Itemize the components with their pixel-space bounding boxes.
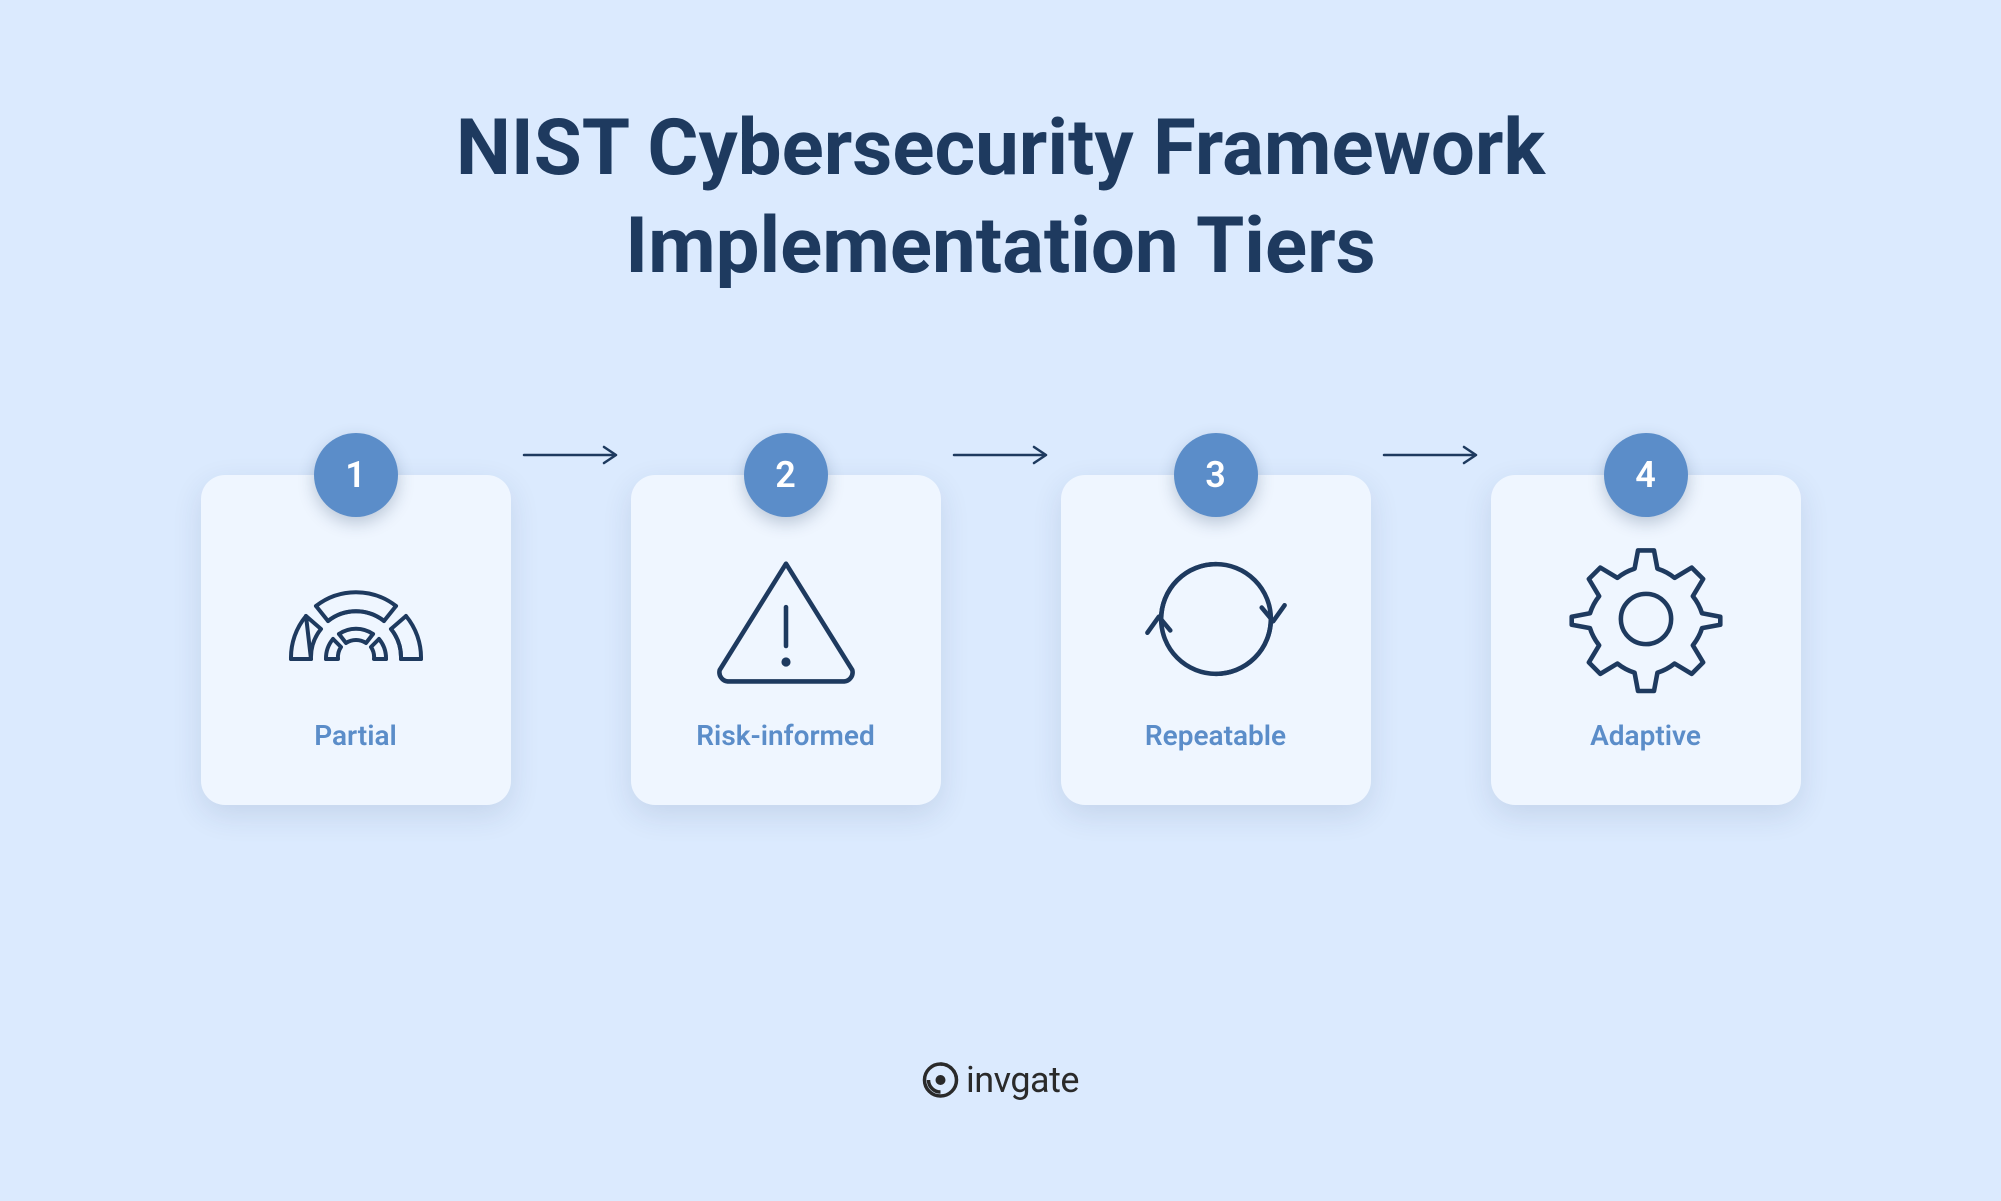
title-line-2: Implementation Tiers [625,201,1375,292]
tier-number-badge: 2 [744,433,828,517]
arrow-icon [941,443,1061,467]
tier-number-badge: 4 [1604,433,1688,517]
tier-card-adaptive: 4 Adaptive [1491,475,1801,805]
warning-triangle-icon [706,549,866,689]
gauge-icon [276,549,436,689]
tier-number-badge: 1 [314,433,398,517]
brand-name: invgate [966,1059,1079,1101]
arrow-icon [511,443,631,467]
tier-card-repeatable: 3 Repeatable [1061,475,1371,805]
title-line-1: NIST Cybersecurity Framework [456,103,1545,194]
arrow-icon [1371,443,1491,467]
tier-card-risk-informed: 2 Risk-informed [631,475,941,805]
page-title: NIST Cybersecurity Framework Implementat… [456,100,1545,295]
brand-logo: invgate [922,1059,1079,1101]
tier-label: Repeatable [1145,719,1286,752]
tiers-row: 1 [201,475,1801,805]
tier-label: Partial [314,719,397,752]
tier-number-badge: 3 [1174,433,1258,517]
gear-icon [1566,549,1726,689]
cycle-arrows-icon [1136,549,1296,689]
tier-label: Risk-informed [696,719,874,752]
tier-card-partial: 1 [201,475,511,805]
invgate-logo-icon [922,1062,958,1098]
tier-label: Adaptive [1590,719,1701,752]
